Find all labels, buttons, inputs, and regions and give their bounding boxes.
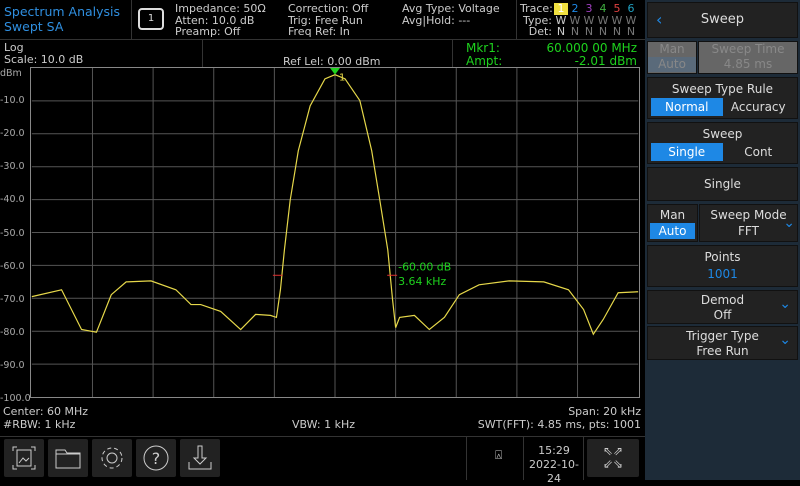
trace-3-dets[interactable]: N <box>582 26 596 38</box>
scale-value: Scale: 10.0 dB <box>4 53 84 66</box>
y-tick-label: -10.0 <box>0 95 25 107</box>
y-tick-label: -90.0 <box>0 359 25 371</box>
center-freq[interactable]: Center: 60 MHz <box>3 405 88 418</box>
vbw[interactable]: VBW: 1 kHz <box>292 418 355 431</box>
back-icon[interactable]: ‹ <box>656 3 662 37</box>
sweep-type-rule: Sweep Type Rule Normal Accuracy <box>647 77 798 119</box>
y-tick-label: -20.0 <box>0 128 25 140</box>
folder-icon <box>55 449 81 469</box>
trace-4-dets[interactable]: N <box>596 26 610 38</box>
sub-header: Log Scale: 10.0 dB Ref Lel: 0.00 dBm Mkr… <box>0 40 645 68</box>
y-tick-label: -70.0 <box>0 293 25 305</box>
trace-5-numbers[interactable]: 5 <box>610 3 624 15</box>
status-header: Spectrum Analysis Swept SA 1 Impedance: 5… <box>0 0 645 40</box>
avg-info: Avg Type: Voltage Avg|Hold: --- <box>402 2 500 27</box>
lock-icon[interactable]: ⍓ <box>495 448 502 463</box>
save-button[interactable] <box>180 439 220 477</box>
gear-icon <box>101 447 123 469</box>
settings-button[interactable] <box>92 439 132 477</box>
file-button[interactable] <box>48 439 88 477</box>
y-tick-label: -80.0 <box>0 326 25 338</box>
chevron-down-icon: ⌄ <box>779 296 791 312</box>
marker-1-label: 1 <box>339 73 345 84</box>
ndb-bandwidth: 3.64 kHz <box>398 275 446 288</box>
trace-2-numbers[interactable]: 2 <box>568 3 582 15</box>
y-tick-label: -30.0 <box>0 161 25 173</box>
trace-6-dets[interactable]: N <box>624 26 638 38</box>
help-button[interactable]: ? <box>136 439 176 477</box>
single-option[interactable]: Single <box>651 143 723 161</box>
fullscreen-button[interactable]: ⇖⇗ ⇙⇘ <box>587 439 639 477</box>
spectrum-plot[interactable]: -60.00 dB 3.64 kHz 1 <box>30 67 640 398</box>
y-tick-label: -60.0 <box>0 260 25 272</box>
span[interactable]: Span: 20 kHz <box>478 405 641 418</box>
trace-4-numbers[interactable]: 4 <box>596 3 610 15</box>
ndb-value: -60.00 dB <box>398 260 451 273</box>
download-icon <box>188 445 212 470</box>
svg-text:?: ? <box>152 449 161 468</box>
screenshot-icon <box>12 446 36 470</box>
sweep-time-button[interactable]: Sweep Time 4.85 ms <box>698 41 798 74</box>
trace-1-numbers[interactable]: 1 <box>554 3 568 15</box>
chevron-down-icon: ⌄ <box>783 215 795 231</box>
y-tick-label: -40.0 <box>0 194 25 206</box>
y-tick-label: -50.0 <box>0 227 25 239</box>
demod-button[interactable]: Demod Off ⌄ <box>647 290 798 324</box>
trace-5-dets[interactable]: N <box>610 26 624 38</box>
trace-row-label: Trace: <box>520 2 553 15</box>
instrument-info: Impedance: 50Ω Atten: 10.0 dB Preamp: Off <box>175 2 266 38</box>
trigger-info: Correction: Off Trig: Free Run Freq Ref: I… <box>288 2 369 38</box>
trace-3-numbers[interactable]: 3 <box>582 3 596 15</box>
expand-icon: ⇖⇗ ⇙⇘ <box>602 444 624 471</box>
sweep-mode-auto[interactable]: Man Auto <box>647 204 698 242</box>
points-button[interactable]: Points 1001 <box>647 245 798 287</box>
sweep-menu: ‹ Sweep Man Auto Sweep Time 4.85 ms Sweep T… <box>645 0 800 480</box>
trace-1-dets[interactable]: N <box>554 26 568 38</box>
trace-2-dets[interactable]: N <box>568 26 582 38</box>
menu-header[interactable]: ‹ Sweep <box>647 2 798 38</box>
y-tick-label: -100.0 <box>0 393 31 404</box>
trace-6-numbers[interactable]: 6 <box>624 3 638 15</box>
sweep-time-mode[interactable]: Man Auto <box>647 41 697 74</box>
cont-option[interactable]: Cont <box>723 143 795 161</box>
single-sweep-icon[interactable]: 1 <box>138 8 164 30</box>
accuracy-option[interactable]: Accuracy <box>723 98 795 116</box>
sweep-time-info[interactable]: SWT(FFT): 4.85 ms, pts: 1001 <box>478 418 641 431</box>
trace-row-label: Det: <box>528 25 552 38</box>
mode-title[interactable]: Spectrum Analysis Swept SA <box>4 4 120 34</box>
single-button[interactable]: Single <box>647 167 798 201</box>
normal-option[interactable]: Normal <box>651 98 723 116</box>
help-icon: ? <box>143 445 169 471</box>
y-tick-label: dBm <box>0 68 22 79</box>
sweep-select: Sweep Single Cont <box>647 122 798 164</box>
trace-status[interactable]: Trace: 1 2 3 4 5 6 Type: W W W W W W Det: N N N N N N <box>520 3 645 38</box>
trigger-type-button[interactable]: Trigger Type Free Run ⌄ <box>647 326 798 360</box>
sweep-mode-button[interactable]: Sweep Mode FFT ⌄ <box>699 204 798 242</box>
screenshot-button[interactable] <box>4 439 44 477</box>
chevron-down-icon: ⌄ <box>779 332 791 348</box>
rbw[interactable]: #RBW: 1 kHz <box>3 418 88 431</box>
